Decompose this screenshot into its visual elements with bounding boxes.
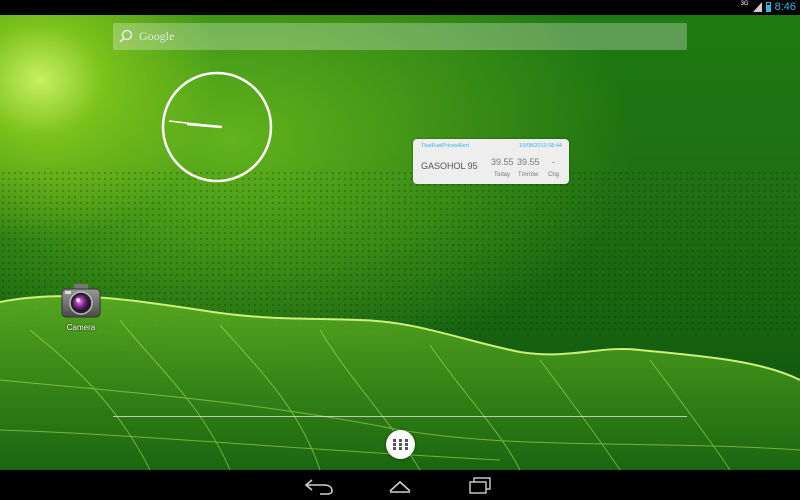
recents-icon[interactable] xyxy=(460,474,500,496)
fuel-type: GASOHOL 95 xyxy=(421,161,478,171)
signal-icon xyxy=(752,2,762,12)
dock-divider xyxy=(113,416,687,417)
search-bar[interactable]: Google xyxy=(113,23,687,50)
camera-shortcut[interactable]: Camera xyxy=(56,280,106,336)
back-icon[interactable] xyxy=(300,474,340,496)
fuel-price-widget[interactable]: ThaiFuelPricesAlert 10/08/2013 08:44 GAS… xyxy=(413,139,569,184)
camera-icon xyxy=(61,284,101,318)
clock-hour-hand xyxy=(186,122,223,129)
home-icon[interactable] xyxy=(380,474,420,496)
camera-label: Camera xyxy=(66,323,96,332)
all-apps-button[interactable] xyxy=(386,430,415,459)
battery-icon xyxy=(765,2,771,12)
tomorrow-label: Tmrrow xyxy=(518,172,539,178)
analog-clock-widget[interactable] xyxy=(161,71,273,183)
status-bar: 3G 8:46 xyxy=(0,0,800,15)
fuel-widget-datetime: 10/08/2013 08:44 xyxy=(519,143,562,149)
fuel-widget-app-name: ThaiFuelPricesAlert xyxy=(421,143,469,149)
search-placeholder: Google xyxy=(139,29,175,43)
all-apps-icon xyxy=(393,439,408,450)
today-price: 39.55 xyxy=(491,157,514,167)
tomorrow-price: 39.55 xyxy=(517,157,540,167)
change-label: Chg xyxy=(548,172,560,178)
price-change: - xyxy=(552,157,555,167)
search-icon xyxy=(119,29,133,43)
navigation-bar xyxy=(0,470,800,500)
status-icons: 3G 8:46 xyxy=(741,1,796,13)
today-label: Today xyxy=(494,172,511,178)
network-type: 3G xyxy=(740,1,749,7)
status-time: 8:46 xyxy=(774,1,796,13)
